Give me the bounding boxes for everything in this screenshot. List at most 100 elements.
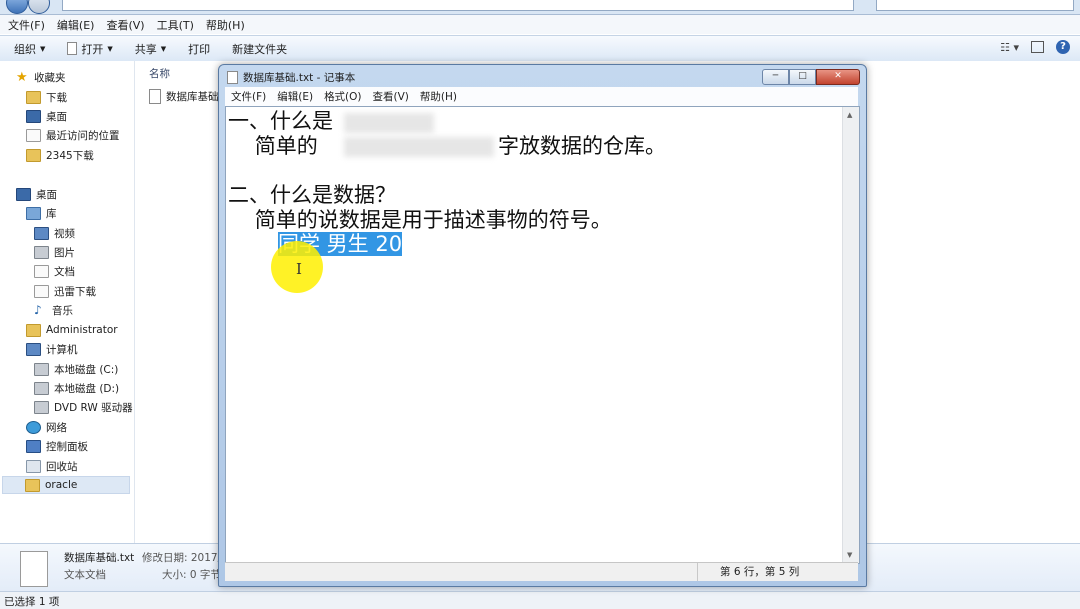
nav-desktop-favorite[interactable]: 桌面 bbox=[26, 107, 67, 125]
nav-label: Administrator bbox=[46, 324, 118, 336]
file-row[interactable]: 数据库基础 bbox=[149, 89, 219, 104]
nav-label: 计算机 bbox=[46, 343, 78, 356]
nav-label: 库 bbox=[46, 207, 57, 220]
chevron-down-icon: ▼ bbox=[40, 44, 46, 53]
np-menu-file[interactable]: 文件(F) bbox=[231, 89, 266, 104]
maximize-button[interactable]: □ bbox=[789, 69, 816, 85]
nav-music[interactable]: ♪ 音乐 bbox=[34, 301, 73, 319]
network-icon bbox=[26, 420, 41, 434]
scroll-down-icon[interactable]: ▼ bbox=[847, 551, 852, 559]
nav-dvd-drive[interactable]: DVD RW 驱动器 ( bbox=[34, 398, 140, 416]
star-icon: ★ bbox=[16, 69, 28, 85]
nav-label: 图片 bbox=[54, 246, 75, 259]
recent-places-icon bbox=[26, 128, 41, 142]
file-icon bbox=[67, 42, 78, 55]
nav-label: 迅雷下载 bbox=[54, 285, 96, 298]
close-button[interactable]: ✕ bbox=[816, 69, 860, 85]
nav-oracle-folder[interactable]: oracle bbox=[2, 476, 130, 494]
document-icon bbox=[34, 284, 49, 298]
nav-label: 桌面 bbox=[36, 188, 57, 201]
navigation-pane: ★ 收藏夹 下载 桌面 最近访问的位置 2345下载 桌面 库 视频 图片 文档… bbox=[0, 61, 140, 543]
explorer-status-bar: 已选择 1 项 bbox=[0, 591, 1080, 609]
address-path-field[interactable] bbox=[62, 0, 854, 11]
notepad-status-bar: 第 6 行，第 5 列 bbox=[225, 562, 858, 581]
share-button[interactable]: 共享 ▼ bbox=[135, 41, 166, 57]
nav-computer[interactable]: 计算机 bbox=[26, 340, 78, 358]
nav-favorites[interactable]: ★ 收藏夹 bbox=[16, 68, 66, 86]
recycle-bin-icon bbox=[26, 459, 41, 473]
dvd-drive-icon bbox=[34, 400, 49, 414]
nav-label: DVD RW 驱动器 ( bbox=[54, 401, 141, 414]
picture-icon bbox=[34, 245, 49, 259]
nav-administrator[interactable]: Administrator bbox=[26, 321, 118, 339]
selection-status: 已选择 1 项 bbox=[4, 596, 60, 608]
vertical-scrollbar[interactable]: ▲ ▼ bbox=[842, 107, 859, 563]
minimize-button[interactable]: ─ bbox=[762, 69, 789, 85]
back-button[interactable] bbox=[6, 0, 28, 14]
redacted-region bbox=[344, 113, 434, 133]
help-icon[interactable]: ? bbox=[1056, 40, 1070, 54]
column-header-name[interactable]: 名称 bbox=[149, 66, 170, 81]
redacted-region bbox=[344, 137, 494, 157]
np-menu-view[interactable]: 查看(V) bbox=[373, 89, 409, 104]
nav-label: 收藏夹 bbox=[34, 71, 66, 84]
search-input[interactable] bbox=[876, 0, 1074, 11]
notepad-window[interactable]: 数据库基础.txt - 记事本 ─ □ ✕ 文件(F) 编辑(E) 格式(O) … bbox=[218, 64, 867, 587]
scroll-up-icon[interactable]: ▲ bbox=[847, 111, 852, 119]
nav-network[interactable]: 网络 bbox=[26, 418, 67, 436]
print-button[interactable]: 打印 bbox=[188, 41, 210, 57]
nav-libraries[interactable]: 库 bbox=[26, 204, 57, 222]
menu-file[interactable]: 文件(F) bbox=[8, 17, 45, 33]
open-button[interactable]: 打开 ▼ bbox=[67, 41, 113, 57]
forward-button[interactable] bbox=[28, 0, 50, 14]
menu-tools[interactable]: 工具(T) bbox=[157, 17, 194, 33]
chevron-down-icon: ▼ bbox=[107, 44, 113, 53]
folder-icon bbox=[26, 148, 41, 162]
window-title: 数据库基础.txt - 记事本 bbox=[243, 72, 356, 84]
folder-icon bbox=[26, 90, 41, 104]
nav-label: 网络 bbox=[46, 421, 67, 434]
nav-videos[interactable]: 视频 bbox=[34, 224, 75, 242]
view-options-icon[interactable]: ☷ ▾ bbox=[1000, 41, 1019, 54]
nav-recent-places[interactable]: 最近访问的位置 bbox=[26, 126, 120, 144]
notepad-title-bar[interactable]: 数据库基础.txt - 记事本 bbox=[227, 70, 355, 85]
computer-icon bbox=[26, 342, 41, 356]
organize-label: 组织 bbox=[14, 42, 36, 56]
nav-label: 2345下载 bbox=[46, 149, 94, 162]
menu-view[interactable]: 查看(V) bbox=[106, 17, 144, 33]
menu-edit[interactable]: 编辑(E) bbox=[57, 17, 95, 33]
file-name: 数据库基础 bbox=[166, 91, 219, 103]
drive-icon bbox=[34, 362, 49, 376]
library-icon bbox=[26, 206, 41, 220]
user-folder-icon bbox=[26, 323, 41, 337]
text-editor-area[interactable]: 一、什么是 简单的 字放数据的仓库。 二、什么是数据？ 简单的说数据是用于描述事… bbox=[225, 106, 860, 564]
notepad-icon bbox=[227, 71, 238, 84]
nav-drive-d[interactable]: 本地磁盘 (D:) bbox=[34, 379, 119, 397]
text-line-2-end: 字放数据的仓库。 bbox=[498, 134, 666, 158]
nav-thunder-downloads[interactable]: 迅雷下载 bbox=[34, 282, 96, 300]
nav-label: 文档 bbox=[54, 265, 75, 278]
text-line-2: 简单的 bbox=[228, 134, 318, 158]
preview-pane-icon[interactable] bbox=[1031, 41, 1044, 53]
nav-drive-c[interactable]: 本地磁盘 (C:) bbox=[34, 360, 118, 378]
nav-desktop[interactable]: 桌面 bbox=[16, 185, 57, 203]
nav-control-panel[interactable]: 控制面板 bbox=[26, 437, 88, 455]
nav-pictures[interactable]: 图片 bbox=[34, 243, 75, 261]
share-label: 共享 bbox=[134, 42, 157, 56]
chevron-down-icon: ▼ bbox=[160, 44, 167, 53]
desktop-icon bbox=[26, 109, 41, 123]
nav-2345-downloads[interactable]: 2345下载 bbox=[26, 146, 94, 164]
nav-documents[interactable]: 文档 bbox=[34, 262, 75, 280]
details-modified: 修改日期: 2017/ bbox=[142, 552, 222, 564]
nav-recycle-bin[interactable]: 回收站 bbox=[26, 457, 78, 475]
nav-downloads[interactable]: 下载 bbox=[26, 88, 67, 106]
np-menu-format[interactable]: 格式(O) bbox=[324, 89, 361, 104]
menu-help[interactable]: 帮助(H) bbox=[206, 17, 245, 33]
np-menu-edit[interactable]: 编辑(E) bbox=[277, 89, 313, 104]
details-size: 大小: 0 字节 bbox=[162, 569, 221, 581]
new-folder-button[interactable]: 新建文件夹 bbox=[232, 41, 287, 57]
desktop-icon bbox=[16, 187, 31, 201]
np-menu-help[interactable]: 帮助(H) bbox=[420, 89, 457, 104]
drive-icon bbox=[34, 381, 49, 395]
organize-button[interactable]: 组织 ▼ bbox=[14, 41, 45, 57]
